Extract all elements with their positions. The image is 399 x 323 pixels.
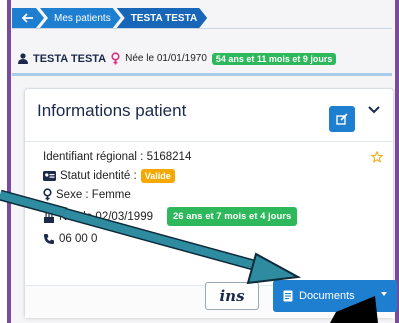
breadcrumb-divider [12, 28, 392, 29]
star-icon[interactable] [371, 151, 383, 163]
sex-row: Sexe : Femme [43, 188, 131, 201]
age-badge: 54 ans et 11 mois et 9 jours [211, 52, 337, 65]
birth-row: Née le 02/03/1999 26 ans et 7 mois et 4 … [43, 207, 298, 226]
regional-id: Identifiant régional : 5168214 [43, 151, 192, 163]
identity-status-badge: Valide [140, 169, 175, 183]
breadcrumb: Mes patients TESTA TESTA [12, 8, 203, 28]
card-header-divider [25, 141, 395, 142]
phone-number: 06 00 0 [59, 233, 98, 245]
edit-icon [336, 113, 348, 125]
sex-value: Sexe : Femme [56, 188, 131, 201]
card-title: Informations patient [37, 101, 187, 120]
female-icon [43, 188, 52, 201]
user-icon [18, 53, 28, 64]
edit-button[interactable] [329, 106, 355, 132]
phone-row: 06 00 0 [43, 233, 97, 245]
id-card-icon [43, 171, 56, 181]
back-arrow-icon [22, 13, 34, 23]
female-icon [111, 52, 120, 65]
documents-button[interactable]: Documents [273, 280, 397, 312]
regional-id-row: Identifiant régional : 5168214 [43, 151, 191, 163]
patient-birthdate: Née le 01/01/1970 [125, 53, 207, 64]
caret-down-icon[interactable] [381, 292, 387, 296]
birthday-cake-icon [44, 212, 54, 223]
chevron-down-icon[interactable] [367, 103, 381, 117]
birth-date: Née le 02/03/1999 [59, 210, 153, 223]
identity-status-row: Statut identité : Valide [43, 169, 175, 183]
phone-icon [44, 234, 54, 244]
documents-label: Documents [299, 290, 355, 302]
identity-status-label: Statut identité : [60, 170, 137, 182]
patient-name: TESTA TESTA [33, 52, 107, 65]
age-badge: 26 ans et 7 mois et 4 jours [167, 207, 298, 226]
header-divider [12, 73, 392, 76]
breadcrumb-item-patient[interactable]: TESTA TESTA [117, 8, 207, 28]
patient-header: TESTA TESTA Née le 01/01/1970 54 ans et … [18, 52, 337, 65]
breadcrumb-item-mes-patients[interactable]: Mes patients [40, 8, 121, 28]
ins-button[interactable]: ins [205, 282, 259, 310]
breadcrumb-back[interactable] [12, 8, 44, 28]
document-icon [283, 290, 293, 302]
